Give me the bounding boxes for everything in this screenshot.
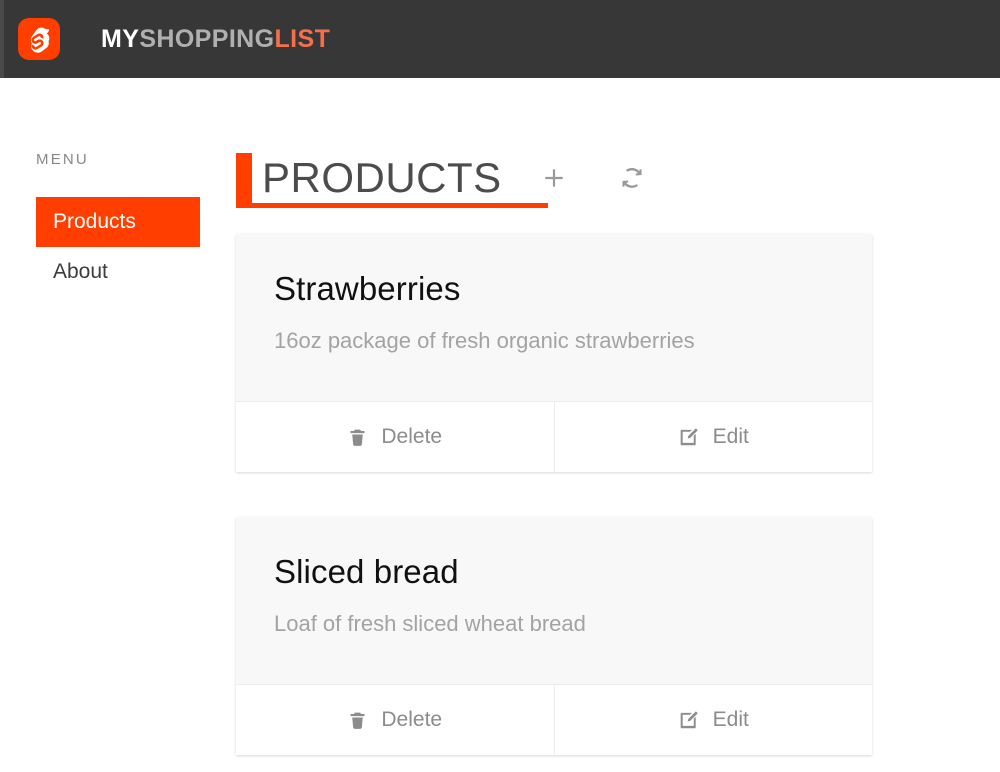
- page-title: PRODUCTS: [262, 154, 502, 201]
- edit-pencil-icon: [678, 709, 700, 731]
- product-card-actions: Delete Edit: [236, 684, 873, 756]
- sidebar-item-about[interactable]: About: [36, 247, 200, 297]
- refresh-icon: [619, 165, 645, 191]
- brand-title-my: MY: [101, 24, 140, 53]
- edit-pencil-icon: [678, 426, 700, 448]
- add-product-button[interactable]: [533, 153, 575, 203]
- edit-product-label: Edit: [712, 425, 749, 449]
- sidebar-item-products[interactable]: Products: [36, 197, 200, 247]
- sidebar: MENU Products About: [0, 78, 236, 772]
- product-card: Sliced bread Loaf of fresh sliced wheat …: [236, 517, 873, 756]
- delete-product-label: Delete: [381, 708, 443, 732]
- page-title-group: PRODUCTS: [236, 153, 548, 208]
- main-panel: PRODUCTS Strawberries 16oz package of fr…: [236, 78, 1000, 772]
- product-title: Sliced bread: [274, 553, 459, 591]
- product-title: Strawberries: [274, 270, 461, 307]
- product-description: 16oz package of fresh organic strawberri…: [274, 328, 695, 354]
- edit-product-button[interactable]: Edit: [553, 402, 873, 473]
- delete-product-button[interactable]: Delete: [236, 685, 554, 755]
- page-header: PRODUCTS: [236, 153, 653, 209]
- product-description: Loaf of fresh sliced wheat bread: [274, 611, 586, 637]
- product-card: Strawberries 16oz package of fresh organ…: [236, 234, 873, 473]
- app-header-bar: MYSHOPPINGLIST: [0, 0, 1000, 78]
- product-card-body: Sliced bread Loaf of fresh sliced wheat …: [236, 517, 872, 684]
- brand-title-list: LIST: [274, 24, 331, 53]
- delete-product-label: Delete: [381, 425, 443, 449]
- refresh-button[interactable]: [611, 153, 653, 203]
- edit-product-label: Edit: [712, 708, 749, 732]
- delete-product-button[interactable]: Delete: [236, 402, 554, 472]
- trash-icon: [347, 710, 368, 731]
- title-underline: [236, 203, 548, 208]
- plus-icon: [541, 165, 567, 191]
- sidebar-heading: MENU: [36, 151, 89, 168]
- trash-icon: [347, 427, 368, 448]
- app-window: MYSHOPPINGLIST MENU Products About PRODU…: [0, 0, 1000, 772]
- sidebar-nav-list: Products About: [36, 197, 200, 297]
- product-card-body: Strawberries 16oz package of fresh organ…: [236, 234, 872, 401]
- edit-product-button[interactable]: Edit: [553, 685, 873, 756]
- svelte-s-logo-icon: [18, 18, 60, 60]
- brand-title-shopping: SHOPPING: [139, 24, 275, 53]
- title-accent-bar: [236, 153, 252, 203]
- sidebar-item-products-label: Products: [53, 210, 136, 233]
- app-brand-title: MYSHOPPINGLIST: [101, 24, 331, 53]
- page-content: MENU Products About PRODUCTS Strawberrie…: [0, 78, 1000, 772]
- product-card-actions: Delete Edit: [236, 401, 873, 473]
- sidebar-item-about-label: About: [53, 260, 108, 283]
- product-list: Strawberries 16oz package of fresh organ…: [236, 234, 872, 772]
- window-left-edge: [0, 0, 4, 78]
